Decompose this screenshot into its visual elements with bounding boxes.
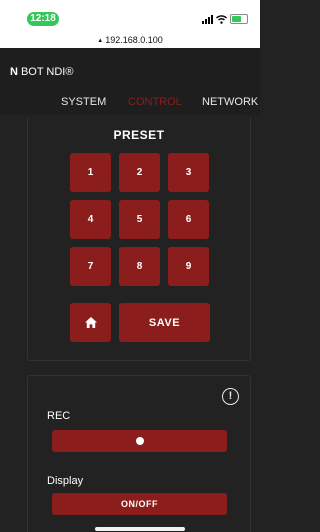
display-toggle-button[interactable]: ON/OFF: [52, 493, 227, 515]
record-dot-icon: [135, 437, 144, 445]
status-time: 12:18: [27, 12, 59, 26]
app-header: N BOT NDI®: [0, 48, 260, 88]
preset-title: PRESET: [113, 128, 165, 142]
home-icon: [84, 317, 97, 328]
record-panel: ! REC Display ON/OFF: [27, 375, 251, 532]
brand: N BOT NDI®: [10, 66, 73, 78]
preset-button-9[interactable]: 9: [168, 247, 209, 286]
tab-control[interactable]: CONTROL: [128, 96, 182, 108]
save-button[interactable]: SAVE: [119, 303, 210, 342]
preset-button-6[interactable]: 6: [168, 200, 209, 239]
url-text: 192.168.0.100: [105, 35, 163, 45]
preset-button-1[interactable]: 1: [70, 153, 111, 192]
wifi-icon: [216, 14, 227, 24]
home-button[interactable]: [70, 303, 111, 342]
brand-mark: N: [10, 66, 18, 78]
preset-button-2[interactable]: 2: [119, 153, 160, 192]
preset-button-4[interactable]: 4: [70, 200, 111, 239]
rec-button[interactable]: [52, 430, 227, 452]
status-bar: 12:18 ▲ 192.168.0.100: [0, 0, 260, 48]
display-label: Display: [47, 475, 84, 487]
address-bar[interactable]: ▲ 192.168.0.100: [0, 35, 260, 45]
rec-label: REC: [47, 410, 71, 422]
system-icons: [202, 12, 248, 26]
preset-button-5[interactable]: 5: [119, 200, 160, 239]
preset-button-7[interactable]: 7: [70, 247, 111, 286]
info-icon[interactable]: !: [222, 388, 239, 405]
tab-network[interactable]: NETWORK: [202, 96, 258, 108]
home-indicator: [95, 527, 185, 531]
tab-system[interactable]: SYSTEM: [61, 96, 106, 108]
lock-icon: ▲: [97, 38, 104, 44]
app-title: BOT NDI®: [20, 66, 74, 78]
tab-bar: SYSTEM CONTROL NETWORK: [0, 88, 260, 115]
cellular-signal-icon: [202, 14, 213, 24]
preset-button-3[interactable]: 3: [168, 153, 209, 192]
preset-button-8[interactable]: 8: [119, 247, 160, 286]
preset-panel: PRESET 1 2 3 4 5 6 7 8 9 SAVE: [27, 118, 251, 361]
battery-icon: [230, 14, 248, 24]
